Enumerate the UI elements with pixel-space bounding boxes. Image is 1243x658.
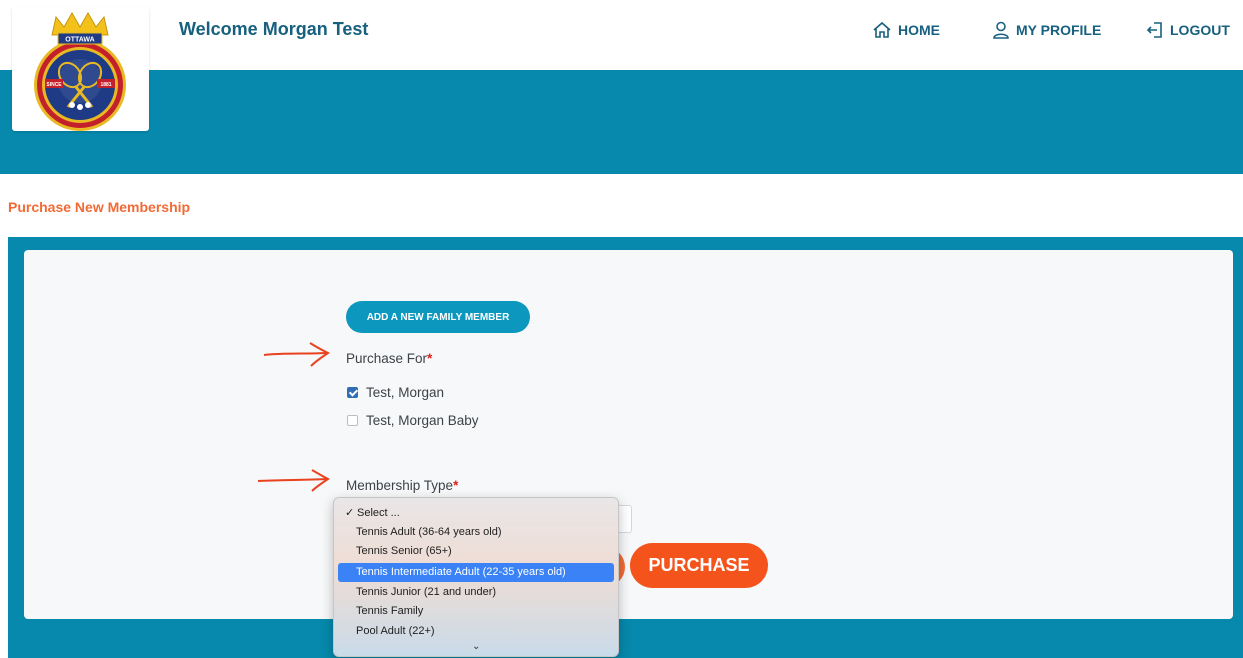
logo-since-left: SINCE [46, 82, 62, 88]
checkbox-checked[interactable] [347, 387, 358, 398]
annotation-arrow-icon [257, 469, 330, 492]
nav-logout-link[interactable]: LOGOUT [1146, 21, 1230, 39]
dropdown-option[interactable]: Tennis Senior (65+) [338, 542, 614, 561]
member-name: Test, Morgan Baby [366, 413, 479, 428]
required-mark: * [427, 351, 433, 366]
member-checkbox-row[interactable]: Test, Morgan Baby [347, 413, 479, 428]
member-checkbox-row[interactable]: Test, Morgan [347, 385, 444, 400]
nav-home-link[interactable]: HOME [872, 21, 940, 39]
membership-type-label: Membership Type* [346, 478, 458, 493]
dropdown-option[interactable]: Tennis Adult (36-64 years old) [338, 523, 614, 542]
member-name: Test, Morgan [366, 385, 445, 400]
nav-logout-label: LOGOUT [1170, 22, 1230, 38]
purchase-button[interactable]: PURCHASE [630, 543, 768, 588]
dropdown-option[interactable]: Pool Adult (22+) [338, 622, 614, 641]
checkmark-icon: ✓ [345, 507, 355, 519]
club-crest-icon: OTTAWA SINCE 1881 [34, 11, 126, 131]
home-icon [872, 21, 892, 39]
top-bar: Welcome Morgan Test HOME MY PROFILE LOGO… [0, 0, 1243, 70]
dropdown-option-highlighted[interactable]: Tennis Intermediate Adult (22-35 years o… [338, 563, 614, 582]
welcome-text: Welcome Morgan Test [179, 19, 369, 39]
nav-profile-link[interactable]: MY PROFILE [992, 21, 1101, 39]
logo-since-right: 1881 [100, 82, 111, 88]
dropdown-option[interactable]: Tennis Junior (21 and under) [338, 583, 614, 602]
membership-type-text: Membership Type [346, 478, 454, 493]
user-icon [992, 21, 1010, 39]
checkbox-unchecked[interactable] [347, 415, 358, 426]
add-family-member-button[interactable]: ADD A NEW FAMILY MEMBER [346, 301, 530, 333]
membership-type-dropdown[interactable]: ✓ Select ... Tennis Adult (36-64 years ol… [333, 497, 619, 657]
header-band [0, 70, 1243, 174]
required-mark: * [453, 478, 459, 493]
dropdown-option[interactable]: Tennis Family [338, 602, 614, 621]
nav-profile-label: MY PROFILE [1016, 22, 1102, 38]
club-logo[interactable]: OTTAWA SINCE 1881 [12, 7, 149, 131]
purchase-for-text: Purchase For [346, 351, 428, 366]
annotation-arrow-icon [263, 342, 330, 367]
form-card [24, 250, 1233, 619]
page-title: Purchase New Membership [8, 199, 191, 215]
logout-icon [1146, 21, 1164, 39]
nav-home-label: HOME [898, 22, 940, 38]
chevron-down-icon[interactable]: ⌄ [472, 641, 480, 652]
purchase-for-label: Purchase For* [346, 351, 432, 366]
logo-top-text: OTTAWA [65, 37, 94, 44]
dropdown-option-label: Select ... [357, 507, 400, 519]
dropdown-option[interactable]: ✓ Select ... [338, 504, 614, 523]
